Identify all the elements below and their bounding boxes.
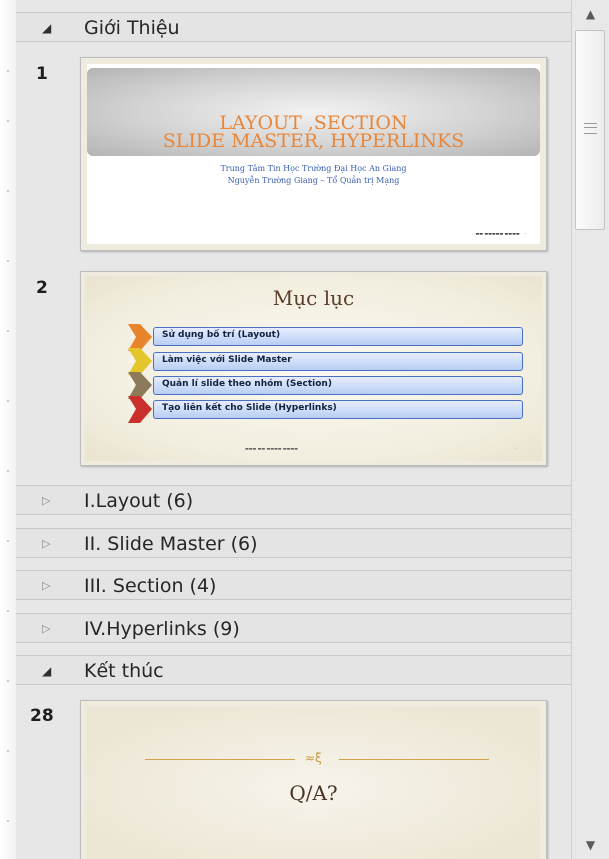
slide-page-number: · (514, 446, 516, 451)
slide-thumbnail-28[interactable]: ≈ξ Q/A? (80, 700, 547, 859)
scroll-down-arrow-icon[interactable]: ▼ (572, 831, 609, 859)
section-label: I.Layout (6) (84, 490, 194, 512)
expand-triangle-icon[interactable]: ▷ (42, 580, 54, 592)
ornament-icon: ≈ξ (305, 751, 322, 765)
toc-item: Làm việc với Slide Master (153, 352, 523, 371)
scroll-up-arrow-icon[interactable]: ▲ (572, 0, 609, 28)
slides-panel: ◢ Giới Thiệu 1 LAYOUT ,SECTION SLIDE MAS… (16, 0, 571, 859)
section-header-ket-thuc[interactable]: ◢ Kết thúc (16, 655, 571, 685)
section-label: Kết thúc (84, 660, 164, 682)
item-chevron-icon: 4 (126, 396, 154, 423)
section-label: IV.Hyperlinks (9) (84, 618, 240, 640)
ornament-line (145, 759, 295, 760)
vertical-scrollbar[interactable]: ▲ ▼ (571, 0, 609, 859)
slide-subtitle-line2: Nguyễn Trường Giang – Tổ Quản trị Mạng (227, 176, 400, 185)
slide-1-canvas: LAYOUT ,SECTION SLIDE MASTER, HYPERLINKS… (87, 64, 540, 244)
slide-2-canvas: Mục lục 1 Sử dụng bố trí (Layout) 2 Làm … (85, 276, 542, 461)
scroll-thumb[interactable] (575, 30, 605, 230)
slide-number: 1 (36, 64, 48, 84)
expand-triangle-icon[interactable]: ▷ (42, 623, 54, 635)
slide-thumbnail-1[interactable]: LAYOUT ,SECTION SLIDE MASTER, HYPERLINKS… (80, 57, 547, 251)
ornament-line (339, 759, 489, 760)
slide-title-line2: SLIDE MASTER, HYPERLINKS (162, 130, 465, 152)
grip-icon (584, 123, 597, 134)
toc-item: Tạo liên kết cho Slide (Hyperlinks) (153, 400, 523, 419)
section-label: III. Section (4) (84, 575, 217, 597)
slide-title: Q/A? (289, 781, 338, 805)
item-chevron-icon: 2 (126, 348, 154, 375)
slide-number: 2 (36, 278, 48, 298)
section-header-section[interactable]: ▷ III. Section (4) (16, 570, 571, 600)
toc-item: Quản lí slide theo nhóm (Section) (153, 376, 523, 395)
section-header-layout[interactable]: ▷ I.Layout (6) (16, 485, 571, 515)
section-label: II. Slide Master (6) (84, 533, 258, 555)
toc-item: Sử dụng bố trí (Layout) (153, 327, 523, 346)
slide-subtitle-line1: Trung Tâm Tin Học Trường Đại Học An Gian… (220, 164, 407, 173)
expand-triangle-icon[interactable]: ▷ (42, 495, 54, 507)
slide-thumbnail-2[interactable]: Mục lục 1 Sử dụng bố trí (Layout) 2 Làm … (80, 271, 547, 466)
collapse-triangle-icon[interactable]: ◢ (42, 665, 54, 677)
slide-title: Mục lục (272, 286, 355, 310)
slide-footer: ▬▬▬ ▬▬ ▬▬▬▬ ▬▬▬▬ (245, 446, 298, 451)
item-chevron-icon: 3 (126, 372, 154, 399)
collapse-triangle-icon[interactable]: ◢ (42, 22, 54, 34)
section-header-slide-master[interactable]: ▷ II. Slide Master (6) (16, 528, 571, 558)
section-label: Giới Thiệu (84, 17, 180, 39)
expand-triangle-icon[interactable]: ▷ (42, 538, 54, 550)
section-header-gioi-thieu[interactable]: ◢ Giới Thiệu (16, 12, 571, 42)
section-header-hyperlinks[interactable]: ▷ IV.Hyperlinks (9) (16, 613, 571, 643)
slide-number: 28 (30, 706, 54, 726)
slide-footer: ▬▬ ▬▬▬▬▬ ▬▬▬▬ · (475, 231, 526, 236)
slide-28-canvas: ≈ξ Q/A? (87, 707, 540, 859)
left-gutter (0, 0, 16, 859)
item-chevron-icon: 1 (126, 324, 154, 351)
